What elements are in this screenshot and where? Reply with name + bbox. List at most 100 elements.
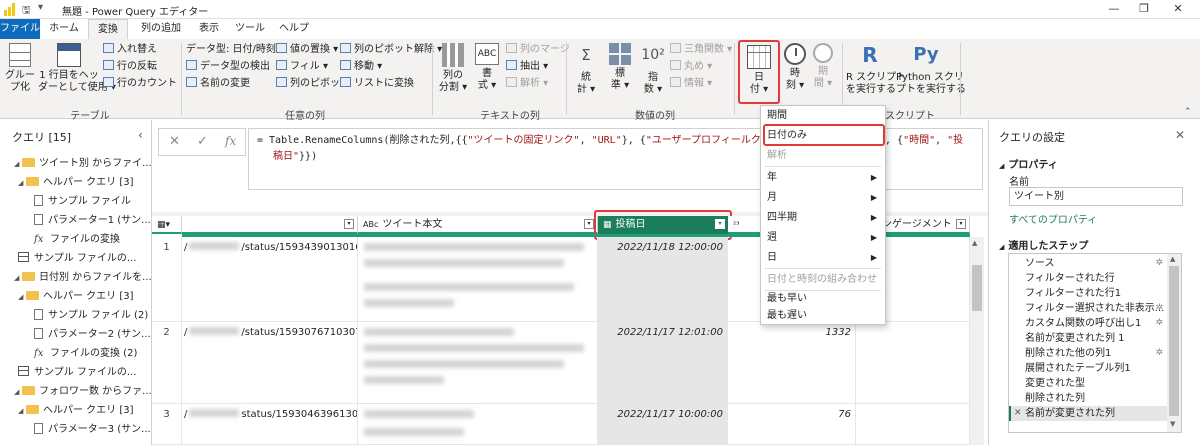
move-button[interactable]: 移動 ▾ <box>340 60 382 74</box>
menu-item-latest[interactable]: 最も遅い <box>761 306 885 326</box>
run-r-script-button[interactable]: R R スクリプト を実行する <box>846 43 906 96</box>
gear-icon[interactable]: ✲ <box>1155 316 1163 331</box>
collapse-ribbon-icon[interactable]: ⌃ <box>1184 107 1192 117</box>
table-cell-engagement[interactable] <box>856 404 970 445</box>
step-item[interactable]: フィルターされた行1 <box>1009 286 1167 301</box>
gear-icon[interactable]: ✲ <box>1155 301 1163 316</box>
confirm-formula-icon[interactable]: ✓ <box>197 134 208 149</box>
date-button[interactable]: 日 付 ▾ <box>738 40 780 104</box>
data-type-dropdown[interactable]: データ型: 日付/時刻 ▾ <box>186 43 284 57</box>
menu-item-day[interactable]: 日 ▶ <box>761 248 885 268</box>
step-item[interactable]: カスタム関数の呼び出し1 ✲ <box>1009 316 1167 331</box>
fx-icon[interactable]: fx <box>225 134 236 148</box>
filter-dropdown-icon[interactable]: ▾ <box>956 219 966 229</box>
menu-item-year[interactable]: 年 ▶ <box>761 168 885 188</box>
statistics-button[interactable]: Σ 統 計 ▾ <box>570 43 602 96</box>
standard-button[interactable]: 標 準 ▾ <box>604 43 636 92</box>
close-pane-icon[interactable]: ✕ <box>1175 128 1185 142</box>
transpose-button[interactable]: 入れ替え <box>103 43 157 57</box>
maximize-button[interactable]: ❐ <box>1130 1 1158 17</box>
query-group[interactable]: ◢ ヘルパー クエリ [3] <box>0 401 151 420</box>
menu-item-duration[interactable]: 期間 <box>761 106 885 126</box>
tab-home[interactable]: ホーム <box>44 19 84 39</box>
table-cell-url[interactable]: / status/1593046396130578... <box>182 404 358 445</box>
step-item[interactable]: フィルターされた行 <box>1009 271 1167 286</box>
table-cell-tweet[interactable] <box>358 322 598 404</box>
menu-item-month[interactable]: 月 ▶ <box>761 188 885 208</box>
query-item[interactable]: パラメーター3 (サン... <box>0 420 151 439</box>
table-cell-number[interactable]: 76 <box>728 404 856 445</box>
applied-steps-heading[interactable]: ◢ 適用したステップ <box>999 237 1088 252</box>
close-window-button[interactable]: ✕ <box>1164 1 1192 17</box>
table-cell-date[interactable]: 2022/11/17 10:00:00 <box>598 404 728 445</box>
trigonometry-button[interactable]: 三角関数 ▾ <box>670 43 732 57</box>
step-item[interactable]: フィルター選択された非表示... ✲ <box>1009 301 1167 316</box>
scroll-up-icon[interactable]: ▲ <box>972 239 977 247</box>
unpivot-button[interactable]: 列のピボット解除 ▾ <box>340 43 442 57</box>
menu-item-parse[interactable]: 解析 <box>761 146 885 166</box>
step-item[interactable]: 削除された列 <box>1009 391 1167 406</box>
query-group[interactable]: ◢ ヘルパー クエリ [3] <box>0 173 151 192</box>
step-item[interactable]: 削除された他の列1 ✲ <box>1009 346 1167 361</box>
tab-add-column[interactable]: 列の追加 <box>134 19 188 39</box>
scroll-up-icon[interactable]: ▲ <box>1170 255 1175 263</box>
gear-icon[interactable]: ✲ <box>1155 256 1163 271</box>
query-group[interactable]: ◢ 日付別 からファイルを... <box>0 268 151 287</box>
query-item[interactable]: パラメーター2 (サン... <box>0 325 151 344</box>
steps-scrollbar[interactable]: ▲ ▼ <box>1167 254 1181 432</box>
column-header-url[interactable]: ▾ <box>182 216 358 234</box>
scientific-button[interactable]: 10² 指 数 ▾ <box>638 43 668 96</box>
group-by-button[interactable]: グルー プ化 <box>4 43 36 94</box>
table-cell-url[interactable]: / /status/1593439013016174... <box>182 237 358 322</box>
step-item[interactable]: ソース ✲ <box>1009 256 1167 271</box>
query-item[interactable]: サンプル ファイル <box>0 192 151 211</box>
query-group[interactable]: ◢ ツイート別 からファイ... <box>0 154 151 173</box>
collapse-pane-icon[interactable]: ‹ <box>138 128 143 142</box>
time-button[interactable]: 時 刻 ▾ <box>782 43 808 92</box>
query-group[interactable]: ◢ フォロワー数 からファ... <box>0 382 151 401</box>
count-rows-button[interactable]: 行のカウント <box>103 77 177 91</box>
table-cell-url[interactable]: / /status/1593076710307762... <box>182 322 358 404</box>
filter-dropdown-icon[interactable]: ▾ <box>344 219 354 229</box>
scrollbar-thumb[interactable] <box>972 265 982 311</box>
step-item-current[interactable]: ✕ 名前が変更された列 <box>1009 406 1167 421</box>
use-first-row-as-headers-button[interactable]: 1 行目をヘッ ダーとして使用 ▾ <box>38 43 116 94</box>
tab-tools[interactable]: ツール <box>232 19 268 39</box>
scrollbar-thumb[interactable] <box>1169 266 1179 416</box>
format-button[interactable]: ABC 書 式 ▾ <box>472 43 502 92</box>
query-item[interactable]: fx ファイルの変換 (2) <box>0 344 151 363</box>
duration-button[interactable]: 期 間 ▾ <box>810 43 836 90</box>
column-header-tweet-text[interactable]: ABc ツイート本文 ▾ <box>358 216 598 234</box>
table-cell-tweet[interactable] <box>358 404 598 445</box>
table-cell-tweet[interactable] <box>358 237 598 322</box>
delete-step-icon[interactable]: ✕ <box>1014 406 1022 421</box>
split-column-button[interactable]: 列の 分割 ▾ <box>436 43 470 94</box>
extract-button[interactable]: 抽出 ▾ <box>506 60 548 74</box>
query-item[interactable]: パラメーター1 (サン... <box>0 211 151 230</box>
tab-view[interactable]: 表示 <box>192 19 226 39</box>
rounding-button[interactable]: 丸め ▾ <box>670 60 712 74</box>
table-cell-date[interactable]: 2022/11/18 12:00:00 <box>598 237 728 322</box>
tab-help[interactable]: ヘルプ <box>274 19 314 39</box>
gear-icon[interactable]: ✲ <box>1155 346 1163 361</box>
table-menu-button[interactable]: ▦▾ <box>152 216 182 234</box>
rename-button[interactable]: 名前の変更 <box>186 77 250 91</box>
query-item[interactable]: サンプル ファイルの... <box>0 249 151 268</box>
tab-file[interactable]: ファイル <box>0 19 40 39</box>
step-item[interactable]: 展開されたテーブル列1 <box>1009 361 1167 376</box>
step-item[interactable]: 変更された型 <box>1009 376 1167 391</box>
filter-dropdown-icon[interactable]: ▾ <box>584 219 594 229</box>
scroll-down-icon[interactable]: ▼ <box>1170 420 1175 428</box>
query-item[interactable]: サンプル ファイル (2) <box>0 306 151 325</box>
run-python-script-button[interactable]: Py Python スクリ プトを実行する <box>896 43 966 96</box>
reverse-rows-button[interactable]: 行の反転 <box>103 60 157 74</box>
cancel-formula-icon[interactable]: ✕ <box>169 134 180 149</box>
parse-button[interactable]: 解析 ▾ <box>506 77 548 91</box>
minimize-button[interactable]: — <box>1100 1 1128 17</box>
properties-heading[interactable]: ◢ プロパティ <box>999 156 1058 171</box>
table-cell-number[interactable]: 1332 <box>728 322 856 404</box>
merge-columns-button[interactable]: 列のマージ <box>506 43 570 57</box>
fill-button[interactable]: フィル ▾ <box>276 60 328 74</box>
table-cell-date[interactable]: 2022/11/17 12:01:00 <box>598 322 728 404</box>
query-group[interactable]: ◢ ヘルパー クエリ [3] <box>0 287 151 306</box>
